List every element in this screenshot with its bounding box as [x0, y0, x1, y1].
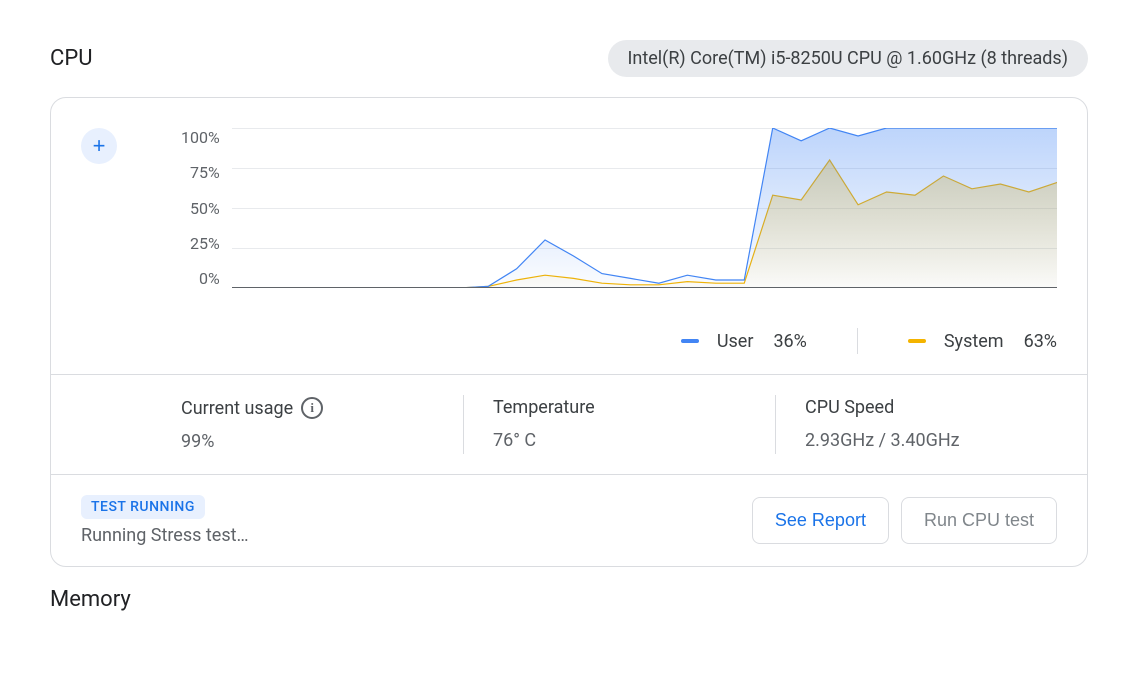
legend-user-value: 36% [773, 331, 806, 352]
chart-svg [232, 128, 1057, 288]
footer-status: TEST RUNNING Running Stress test… [81, 495, 740, 546]
y-tick: 50% [190, 199, 220, 218]
stat-usage-label: Current usage i [181, 397, 433, 419]
cpu-chart-area: + 100% 75% 50% 25% 0% [51, 98, 1087, 298]
y-tick: 0% [199, 269, 220, 288]
info-icon[interactable]: i [301, 397, 323, 419]
y-tick: 75% [190, 163, 220, 182]
y-tick: 100% [181, 128, 220, 147]
chart-plot [232, 128, 1057, 288]
cpu-title: CPU [50, 46, 92, 71]
legend-system-label: System [944, 331, 1004, 352]
y-axis: 100% 75% 50% 25% 0% [181, 128, 232, 288]
see-report-button[interactable]: See Report [752, 497, 889, 544]
memory-title: Memory [50, 587, 131, 612]
stat-temp-value: 76° C [493, 430, 745, 451]
stat-temp: Temperature 76° C [463, 375, 775, 474]
cpu-model-chip: Intel(R) Core(TM) i5-8250U CPU @ 1.60GHz… [608, 40, 1088, 77]
chart-legend: User 36% System 63% [51, 298, 1087, 374]
legend-divider [857, 328, 858, 354]
baseline [232, 287, 1057, 288]
cpu-card: + 100% 75% 50% 25% 0% [50, 97, 1088, 567]
stat-speed-label: CPU Speed [805, 397, 1057, 418]
legend-user-label: User [717, 331, 754, 352]
cpu-stats: Current usage i 99% Temperature 76° C CP… [51, 374, 1087, 474]
plus-icon: + [93, 133, 106, 159]
expand-chart-button[interactable]: + [81, 128, 117, 164]
legend-system-value: 63% [1024, 331, 1057, 352]
cpu-section-header: CPU Intel(R) Core(TM) i5-8250U CPU @ 1.6… [50, 40, 1088, 77]
status-text: Running Stress test… [81, 525, 740, 546]
chart-container: 100% 75% 50% 25% 0% [181, 128, 1057, 288]
cpu-footer: TEST RUNNING Running Stress test… See Re… [51, 474, 1087, 566]
memory-section-header: Memory [50, 587, 1088, 612]
run-cpu-test-button[interactable]: Run CPU test [901, 497, 1057, 544]
stat-usage-value: 99% [181, 431, 433, 452]
legend-swatch-system [908, 339, 926, 343]
stat-speed: CPU Speed 2.93GHz / 3.40GHz [775, 375, 1087, 474]
legend-system: System 63% [908, 328, 1057, 354]
legend-swatch-user [681, 339, 699, 343]
test-running-badge: TEST RUNNING [81, 495, 205, 519]
y-tick: 25% [190, 234, 220, 253]
stat-usage: Current usage i 99% [51, 375, 463, 474]
legend-user: User 36% [681, 328, 807, 354]
stat-speed-value: 2.93GHz / 3.40GHz [805, 430, 1057, 451]
stat-temp-label: Temperature [493, 397, 745, 418]
